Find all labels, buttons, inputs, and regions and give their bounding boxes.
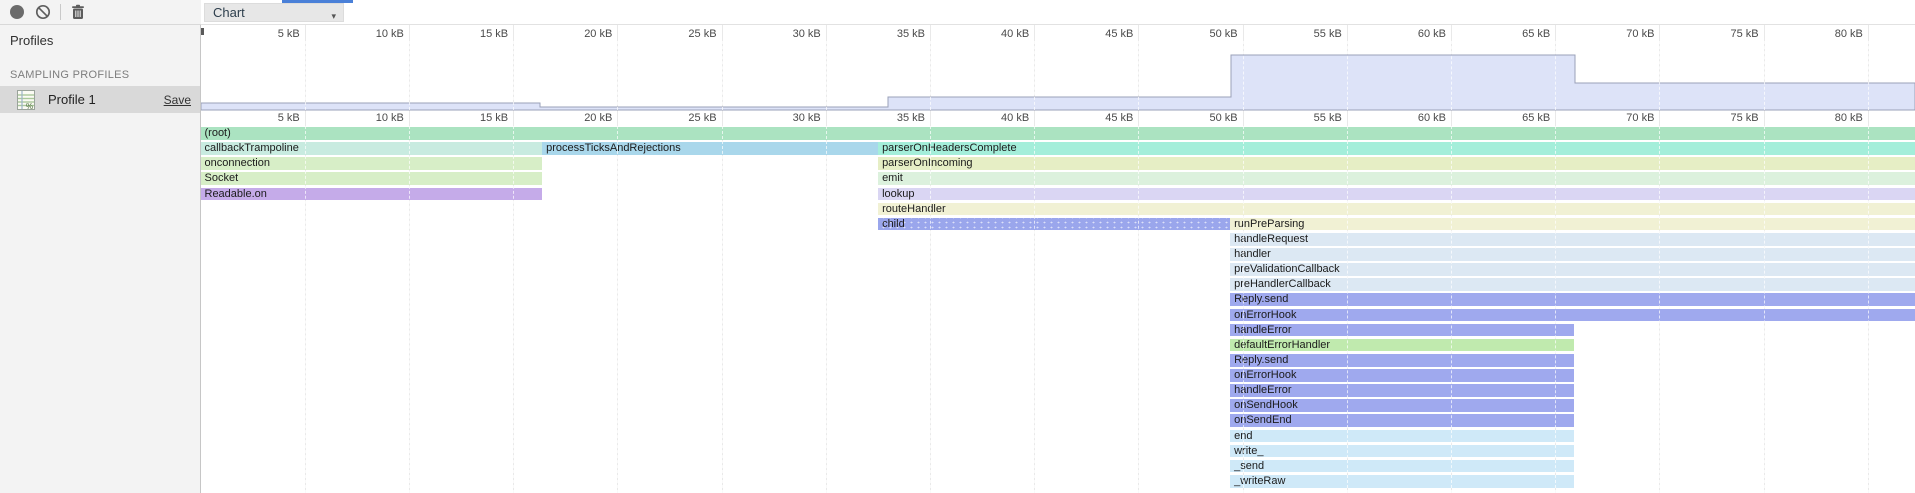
flame-frame-routehandler[interactable]: routeHandler [878,203,1915,216]
profiler-toolbar [0,0,201,25]
sidebar-title: Profiles [10,33,53,48]
ruler-tick-label: 35 kB [897,111,930,125]
flame-frame-root[interactable]: (root) [201,127,1915,140]
flame-frame-child[interactable]: child [878,218,1230,231]
flame-frame-lookup[interactable]: lookup [878,188,1915,201]
flame-frame-callbacktrampoline[interactable]: callbackTrampoline [201,142,542,155]
flame-frame-parseronheaderscomplete[interactable]: parserOnHeadersComplete [878,142,1915,155]
flame-chart-pane[interactable]: 5 kB 10 kB 15 kB 20 kB 25 kB 30 kB 35 kB 40 kB 4… [201,25,1915,493]
sidebar-item-profile-1[interactable]: % Profile 1 Save [0,86,200,113]
flame-frame-reply-send[interactable]: Reply.send [1230,293,1915,306]
flame-frame-handleerror[interactable]: handleError [1230,384,1574,397]
memory-overview-silhouette[interactable] [201,25,1915,111]
clear-icon [35,4,51,20]
record-icon [10,5,24,19]
clear-button[interactable] [30,0,56,24]
flame-frame-onsendhook[interactable]: onSendHook [1230,399,1574,412]
ruler-tick-label: 20 kB [584,111,617,125]
flame-frame-runpreparsing[interactable]: runPreParsing [1230,218,1915,231]
flame-frame-end[interactable]: end [1230,430,1574,443]
ruler-tick-label: 25 kB [688,111,721,125]
ruler-tick-label: 10 kB [376,111,409,125]
top-focus-strip [282,0,353,3]
view-mode-select[interactable]: Chart ▾ [204,3,344,22]
memory-profiler-panel: Chart ▾ Profiles SAMPLING PROFILES % Pro… [0,0,1915,493]
ruler-tick-label: 15 kB [480,111,513,125]
sampling-profiles-header: SAMPLING PROFILES [10,69,129,81]
flame-frame-onconnection[interactable]: onconnection [201,157,542,170]
flame-frame-handler[interactable]: handler [1230,248,1915,261]
flame-frame-emit[interactable]: emit [878,172,1915,185]
ruler-tick-label: 60 kB [1418,111,1451,125]
flame-frame-processticksandrejections[interactable]: processTicksAndRejections [542,142,878,155]
record-button[interactable] [4,0,30,24]
flame-frame-parseronincoming[interactable]: parserOnIncoming [878,157,1915,170]
view-mode-value: Chart [213,5,245,20]
ruler-tick-label: 45 kB [1105,111,1138,125]
flame-frame-handleerror[interactable]: handleError [1230,324,1574,337]
flame-frame-socket[interactable]: Socket [201,172,542,185]
flamechart-ruler: 5 kB 10 kB 15 kB 20 kB 25 kB 30 kB 35 kB 40 kB 4… [201,111,1915,126]
trash-icon [71,4,85,20]
flame-frame-writeraw[interactable]: _writeRaw [1230,475,1574,488]
chevron-down-icon: ▾ [331,8,336,25]
delete-profile-button[interactable] [65,0,91,24]
save-profile-link[interactable]: Save [164,93,191,107]
ruler-tick-label: 75 kB [1731,111,1764,125]
flame-frame-reply-send[interactable]: Reply.send [1230,354,1574,367]
profile-document-icon: % [17,90,35,110]
flame-frame-onsendend[interactable]: onSendEnd [1230,414,1574,427]
profile-name: Profile 1 [48,92,164,107]
flame-frame-onerrorhook[interactable]: onErrorHook [1230,369,1574,382]
flame-frame-defaulterrorhandler[interactable]: defaultErrorHandler [1230,339,1574,352]
ruler-tick-label: 30 kB [793,111,826,125]
flame-frame-send[interactable]: _send [1230,460,1574,473]
svg-text:%: % [26,102,33,110]
ruler-tick-label: 40 kB [1001,111,1034,125]
flame-frame-write[interactable]: write_ [1230,445,1574,458]
ruler-tick-label: 80 kB [1835,111,1868,125]
ruler-tick-label: 65 kB [1522,111,1555,125]
ruler-tick-label: 70 kB [1626,111,1659,125]
flame-frame-handlerequest[interactable]: handleRequest [1230,233,1915,246]
profiles-sidebar: Profiles SAMPLING PROFILES % Profile 1 S… [0,25,201,493]
toolbar-divider [60,4,61,20]
ruler-tick-label: 5 kB [278,111,305,125]
flame-frame-prehandlercallback[interactable]: preHandlerCallback [1230,278,1915,291]
flame-frame-onerrorhook[interactable]: onErrorHook [1230,309,1915,322]
ruler-tick-label: 50 kB [1209,111,1242,125]
flame-frame-readable-on[interactable]: Readable.on [201,188,542,201]
flame-frame-prevalidationcallback[interactable]: preValidationCallback [1230,263,1915,276]
ruler-tick-label: 55 kB [1314,111,1347,125]
chart-view-toolbar: Chart ▾ [201,0,1915,25]
